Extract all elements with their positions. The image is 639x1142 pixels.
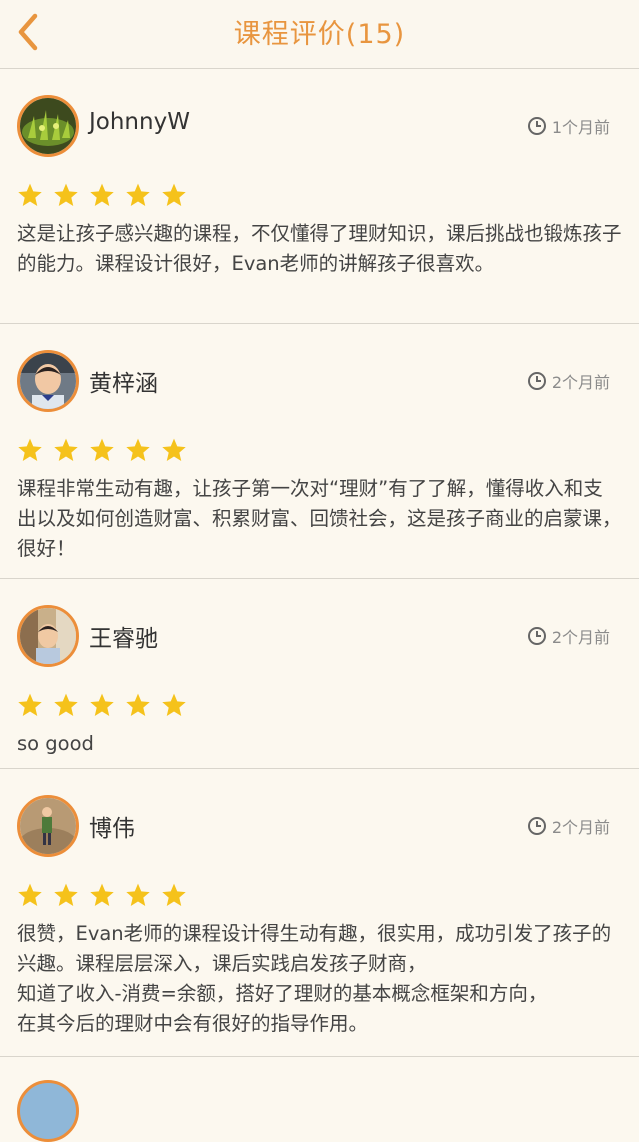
review-time-text: 2个月前 [551, 818, 610, 837]
star-icon [162, 693, 186, 716]
clock-icon [527, 817, 546, 835]
star-icon [54, 438, 78, 461]
review-item: 黄梓涵 2个月前 课程非常生动有趣，让孩子第一次对“理财”有了了解，懂得收入和支… [0, 324, 639, 579]
star-icon [18, 183, 42, 206]
review-time: 1个月前 [527, 114, 610, 138]
nav-bar: 课程评价(15) [0, 0, 639, 69]
review-item: JohnnyW 1个月前 这是让孩子感兴趣的课程，不仅懂得了理财知识，课后挑战也… [0, 69, 639, 324]
star-icon [126, 183, 150, 206]
star-icon [54, 883, 78, 906]
avatar[interactable] [17, 795, 79, 857]
star-icon [90, 693, 114, 716]
star-icon [126, 438, 150, 461]
star-icon [162, 438, 186, 461]
reviewer-name: 王睿驰 [89, 626, 158, 652]
page-title: 课程评价(15) [233, 19, 406, 50]
star-icon [18, 438, 42, 461]
review-time: 2个月前 [527, 369, 610, 393]
avatar[interactable] [17, 95, 79, 157]
star-icon [90, 183, 114, 206]
star-icon [90, 438, 114, 461]
reviewer-name: 黄梓涵 [89, 371, 158, 397]
rating-stars [17, 689, 622, 721]
rating-stars [17, 434, 622, 466]
reviewer-name: 博伟 [89, 816, 135, 842]
star-icon [162, 183, 186, 206]
review-item: 王睿驰 2个月前 so good [0, 579, 639, 769]
rating-stars [17, 879, 622, 911]
star-icon [126, 883, 150, 906]
avatar[interactable] [17, 1080, 79, 1142]
reviewer-name: JohnnyW [89, 109, 190, 135]
review-time-text: 1个月前 [551, 118, 610, 137]
review-content: 课程非常生动有趣，让孩子第一次对“理财”有了了解，懂得收入和支出以及如何创造财富… [17, 477, 622, 560]
review-list: JohnnyW 1个月前 这是让孩子感兴趣的课程，不仅懂得了理财知识，课后挑战也… [0, 69, 639, 1057]
clock-icon [527, 117, 546, 135]
clock-icon [527, 627, 546, 645]
star-icon [18, 883, 42, 906]
review-time-text: 2个月前 [551, 628, 610, 647]
avatar[interactable] [17, 350, 79, 412]
review-time: 2个月前 [527, 624, 610, 648]
star-icon [18, 693, 42, 716]
review-time-text: 2个月前 [551, 373, 610, 392]
rating-stars [17, 179, 622, 211]
clock-icon [527, 372, 546, 390]
review-content: 很赞，Evan老师的课程设计得生动有趣，很实用，成功引发了孩子的兴趣。课程层层深… [17, 922, 612, 1035]
review-time: 2个月前 [527, 814, 610, 838]
star-icon [54, 183, 78, 206]
star-icon [126, 693, 150, 716]
avatar[interactable] [17, 605, 79, 667]
star-icon [90, 883, 114, 906]
review-item: 博伟 2个月前 很赞，Evan老师的课程设计得生动有趣，很实用，成功引发了孩子的… [0, 769, 639, 1057]
star-icon [162, 883, 186, 906]
review-content: 这是让孩子感兴趣的课程，不仅懂得了理财知识，课后挑战也锻炼孩子的能力。课程设计很… [17, 222, 622, 275]
star-icon [54, 693, 78, 716]
